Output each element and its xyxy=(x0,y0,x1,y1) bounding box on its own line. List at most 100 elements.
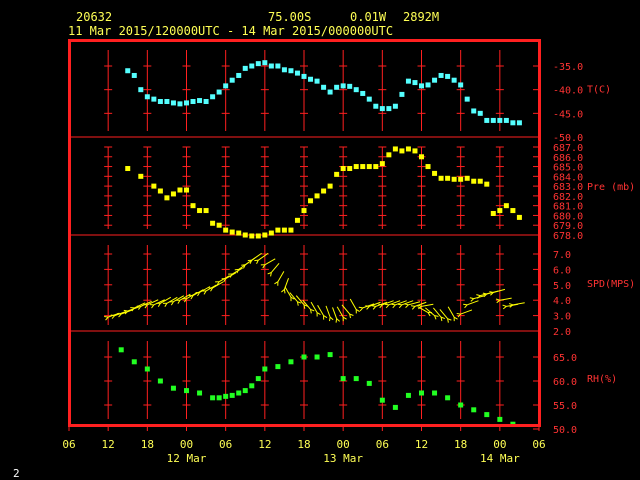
pressure-point xyxy=(314,193,320,199)
pressure-point xyxy=(210,220,216,226)
pressure-point xyxy=(484,181,490,187)
x-tick-label: 00 xyxy=(180,438,193,451)
humidity-point xyxy=(445,395,451,401)
y-tick-label: 6.0 xyxy=(553,265,571,276)
humidity-point xyxy=(497,416,503,422)
humidity-point xyxy=(366,380,372,386)
y-tick-label: 60.0 xyxy=(553,377,577,388)
pressure-point xyxy=(184,187,189,193)
temperature-point xyxy=(425,82,431,88)
wind-barb xyxy=(349,298,360,314)
humidity-point xyxy=(392,404,398,410)
humidity-point xyxy=(327,352,333,358)
pressure-point xyxy=(419,154,424,160)
temperature-point xyxy=(503,117,509,123)
y-tick-label: -35.0 xyxy=(553,62,583,73)
pressure-point xyxy=(451,176,457,182)
wind-barb xyxy=(110,311,127,319)
temperature-point xyxy=(490,117,496,123)
time-period: 11 Mar 2015/120000UTC - 14 Mar 2015/0000… xyxy=(68,24,393,38)
temperature-point xyxy=(412,80,418,86)
pressure-point xyxy=(203,208,209,214)
pressure-point xyxy=(255,233,261,239)
pressure-point xyxy=(353,164,359,170)
temperature-point xyxy=(399,91,405,97)
wind-barb xyxy=(247,252,262,264)
date-label: 14 Mar xyxy=(480,452,520,465)
pressure-point xyxy=(334,171,340,177)
grid xyxy=(68,50,540,431)
page-number: 2 xyxy=(13,467,20,480)
temperature-point xyxy=(131,72,137,78)
temperature-point xyxy=(340,83,346,89)
humidity-point xyxy=(216,395,222,401)
pressure-point xyxy=(138,173,144,179)
temperature-point xyxy=(347,83,353,89)
pressure-point xyxy=(164,195,170,201)
temperature-point xyxy=(138,87,144,93)
temperature-point xyxy=(458,82,464,88)
humidity-point xyxy=(229,392,235,398)
y-tick-label: -45.0 xyxy=(553,109,583,120)
pressure-point xyxy=(170,191,176,197)
humidity-point xyxy=(301,354,307,360)
temperature-point xyxy=(301,73,307,79)
pressure-point xyxy=(445,175,451,181)
humidity-point xyxy=(144,366,150,372)
longitude: 0.01W xyxy=(350,10,387,24)
pressure-point xyxy=(458,176,464,182)
meteogram-chart: 20632 75.00S 0.01W 2892M 11 Mar 2015/120… xyxy=(13,10,635,480)
y-tick-label: 683.0 xyxy=(553,182,583,193)
y-tick-label: 678.0 xyxy=(553,231,583,242)
humidity-point xyxy=(210,395,216,401)
pressure-point xyxy=(503,203,509,209)
wind-barb xyxy=(358,303,375,312)
pressure-point xyxy=(275,227,281,233)
temperature-point xyxy=(379,106,385,112)
panel-label-humidity: RH(%) xyxy=(587,374,617,385)
humidity-point xyxy=(197,390,203,396)
pressure-point xyxy=(262,232,268,238)
temperature-point xyxy=(170,100,176,106)
pressure-point xyxy=(177,187,183,193)
wind-barb xyxy=(267,262,280,277)
station-id: 20632 xyxy=(76,10,112,24)
temperature-point xyxy=(373,103,379,109)
temperature-point xyxy=(125,68,131,74)
temperature-point xyxy=(275,63,281,69)
humidity-point xyxy=(379,397,385,403)
pressure-point xyxy=(223,227,229,233)
x-tick-label: 12 xyxy=(258,438,271,451)
temperature-point xyxy=(268,63,274,69)
y-tick-label: 684.0 xyxy=(553,172,583,183)
humidity-point xyxy=(353,376,359,382)
pressure-point xyxy=(340,166,346,172)
date-label: 13 Mar xyxy=(323,452,363,465)
y-tick-label: 55.0 xyxy=(553,401,577,412)
temperature-point xyxy=(157,99,163,104)
humidity-point xyxy=(262,366,268,372)
temperature-point xyxy=(255,61,261,67)
pressure-point xyxy=(392,146,398,152)
temperature-point xyxy=(464,96,470,102)
temperature-point xyxy=(405,78,411,84)
temperature-point xyxy=(294,70,300,76)
temperature-point xyxy=(281,67,287,73)
humidity-point xyxy=(275,364,281,370)
wind-barb xyxy=(425,307,439,320)
humidity-point xyxy=(458,402,464,408)
wind-barb xyxy=(371,301,388,310)
temperature-point xyxy=(353,87,359,93)
pressure-point xyxy=(471,178,477,184)
y-tick-label: 3.0 xyxy=(553,312,571,323)
humidity-point xyxy=(249,383,255,389)
humidity-point xyxy=(184,388,189,394)
wind-barb xyxy=(260,258,276,269)
pressure-point xyxy=(229,229,235,235)
temperature-point xyxy=(216,89,222,95)
pressure-point xyxy=(281,227,287,233)
temperature-point xyxy=(262,60,268,66)
pressure-point xyxy=(268,230,274,236)
pressure-point xyxy=(366,164,372,170)
pressure-point xyxy=(425,164,431,170)
